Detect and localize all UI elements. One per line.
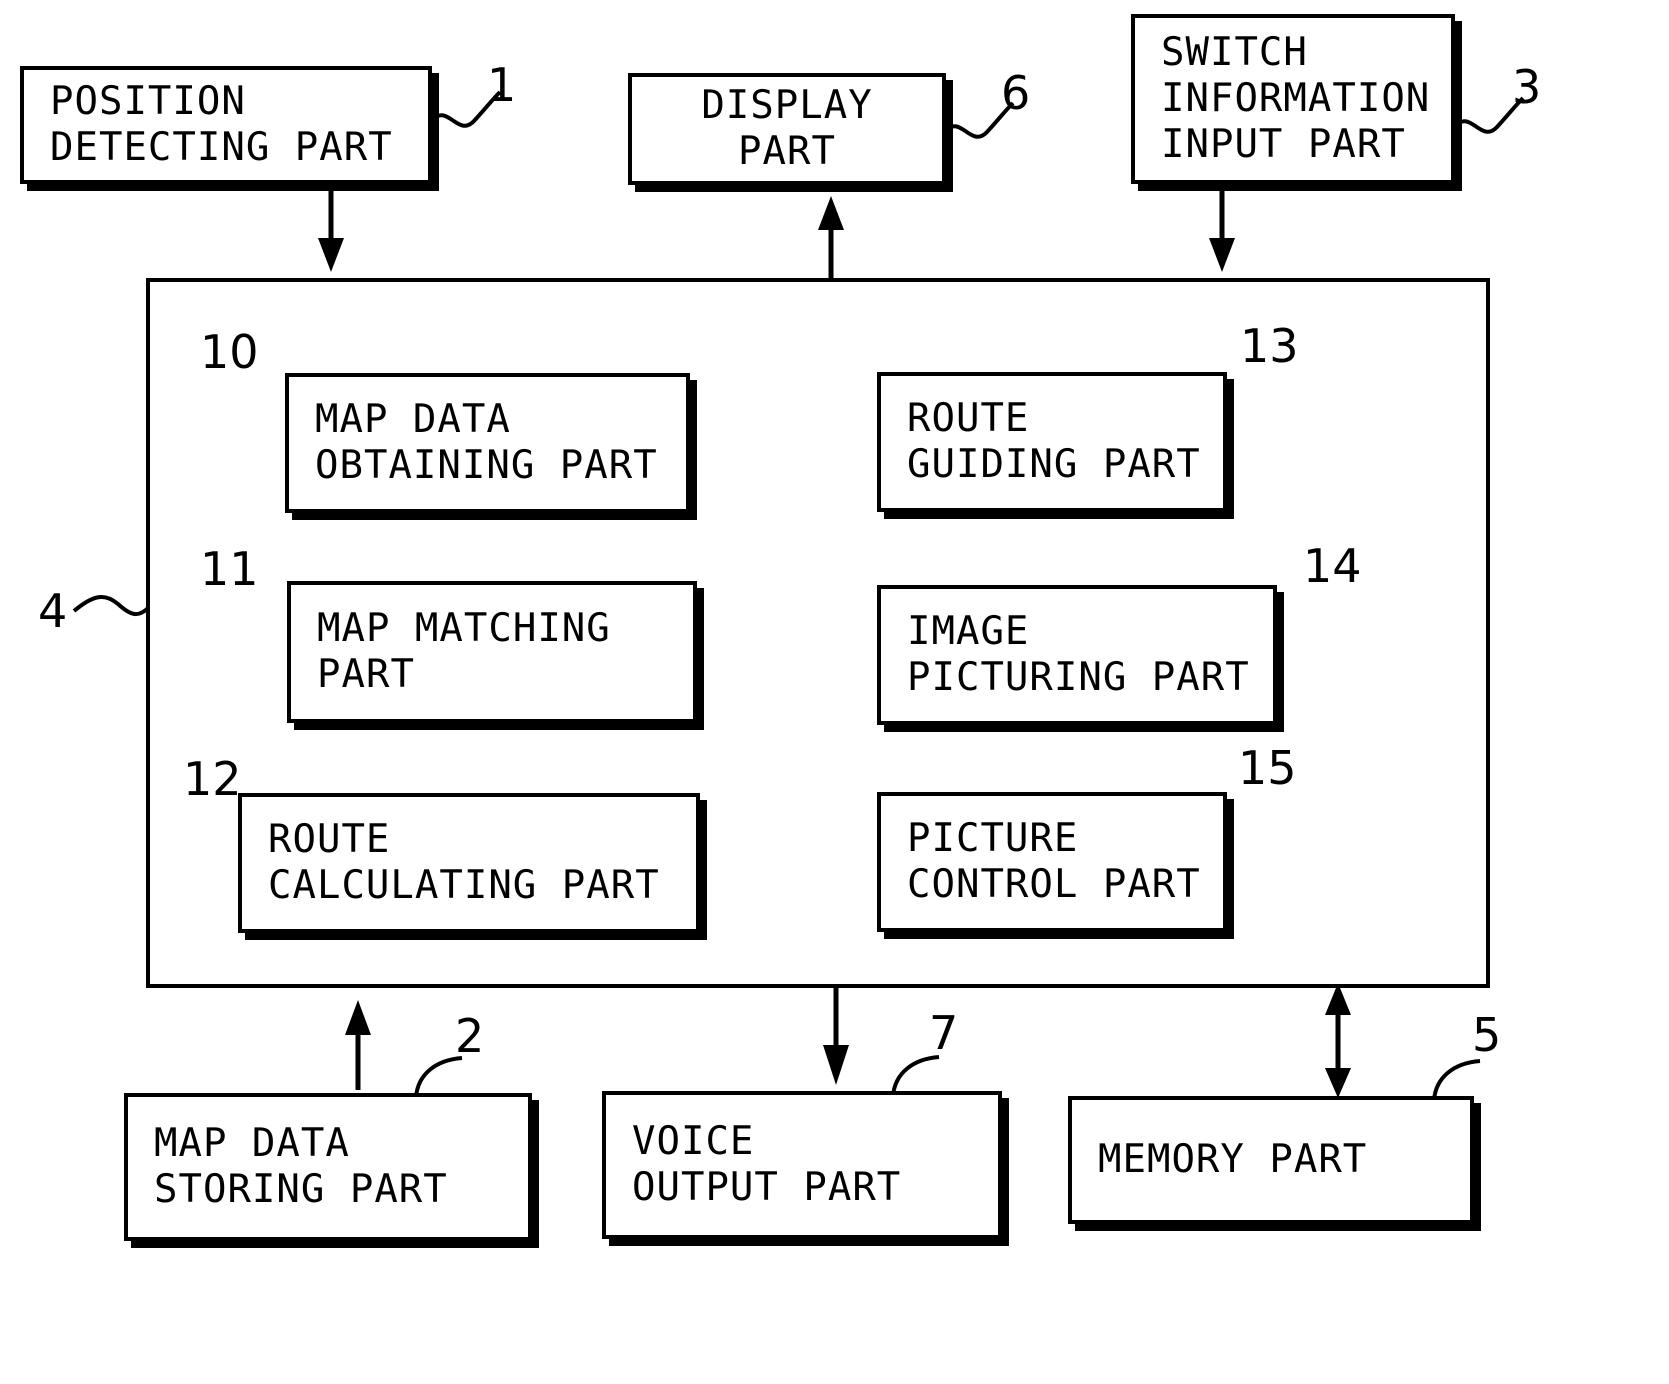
reference-numeral-12: 12 xyxy=(183,752,242,806)
connector-unit-to-display xyxy=(818,196,844,278)
reference-numeral-15: 15 xyxy=(1238,741,1297,795)
reference-numeral-5: 5 xyxy=(1472,1008,1502,1062)
block-map-matching-part[interactable]: MAP MATCHING PART xyxy=(287,581,697,723)
block-label-line: ROUTE xyxy=(268,816,391,862)
block-label-line: PART xyxy=(317,652,415,697)
block-label-line: MAP DATA xyxy=(315,396,511,442)
block-route-guiding-part[interactable]: ROUTE GUIDING PART xyxy=(877,372,1227,512)
block-picture-control-part[interactable]: PICTURE CONTROL PART xyxy=(877,792,1227,932)
block-label-line: MEMORY PART xyxy=(1098,1136,1368,1182)
leader-2 xyxy=(414,1056,463,1098)
block-label-line: POSITION xyxy=(50,78,246,124)
block-switch-information-input-part[interactable]: SWITCH INFORMATION INPUT PART xyxy=(1131,14,1455,184)
block-memory-part[interactable]: MEMORY PART xyxy=(1068,1096,1474,1224)
block-label-line: OBTAINING PART xyxy=(315,443,658,488)
reference-numeral-11: 11 xyxy=(200,542,259,596)
connector-switch-to-unit xyxy=(1209,183,1235,272)
block-label-line: INFORMATION xyxy=(1161,75,1431,121)
connector-unit-memory-bidirectional xyxy=(1325,983,1351,1098)
reference-numeral-10: 10 xyxy=(200,325,259,379)
block-label-line: SWITCH xyxy=(1161,29,1308,75)
reference-numeral-3: 3 xyxy=(1512,60,1542,114)
reference-numeral-2: 2 xyxy=(455,1009,485,1063)
connector-unit-to-voice xyxy=(823,988,849,1085)
block-label-line: IMAGE xyxy=(907,608,1030,654)
block-label-line: CALCULATING PART xyxy=(268,863,660,908)
patent-figure: POSITION DETECTING PART DISPLAY PART SWI… xyxy=(0,0,1669,1384)
block-label-line: OUTPUT PART xyxy=(632,1165,902,1210)
block-map-data-obtaining-part[interactable]: MAP DATA OBTAINING PART xyxy=(285,373,690,513)
block-label-line: PICTURE xyxy=(907,815,1079,861)
block-label-line: PART xyxy=(738,129,836,174)
block-label-line: ROUTE xyxy=(907,395,1030,441)
connector-mapstore-to-unit xyxy=(345,1000,371,1090)
block-position-detecting-part[interactable]: POSITION DETECTING PART xyxy=(20,66,432,184)
reference-numeral-13: 13 xyxy=(1240,319,1299,373)
block-label-line: MAP MATCHING xyxy=(317,605,611,651)
connector-position-to-unit xyxy=(318,183,344,272)
reference-numeral-1: 1 xyxy=(487,58,517,112)
block-label-line: PICTURING PART xyxy=(907,655,1250,700)
block-label-line: DISPLAY xyxy=(701,82,873,128)
block-label-line: STORING PART xyxy=(154,1167,448,1212)
block-label-line: GUIDING PART xyxy=(907,442,1201,487)
leader-5 xyxy=(1432,1059,1481,1101)
leader-4 xyxy=(72,594,150,617)
reference-numeral-14: 14 xyxy=(1303,539,1362,593)
block-map-data-storing-part[interactable]: MAP DATA STORING PART xyxy=(124,1093,532,1241)
reference-numeral-6: 6 xyxy=(1001,66,1031,120)
block-voice-output-part[interactable]: VOICE OUTPUT PART xyxy=(602,1091,1002,1239)
block-label-line: MAP DATA xyxy=(154,1120,350,1166)
block-label-line: INPUT PART xyxy=(1161,122,1406,167)
block-label-line: VOICE xyxy=(632,1118,755,1164)
reference-numeral-4: 4 xyxy=(38,584,68,638)
block-display-part[interactable]: DISPLAY PART xyxy=(628,73,946,185)
block-route-calculating-part[interactable]: ROUTE CALCULATING PART xyxy=(238,793,700,933)
block-label-line: CONTROL PART xyxy=(907,862,1201,907)
block-image-picturing-part[interactable]: IMAGE PICTURING PART xyxy=(877,585,1277,725)
block-label-line: DETECTING PART xyxy=(50,125,393,170)
reference-numeral-7: 7 xyxy=(929,1006,959,1060)
